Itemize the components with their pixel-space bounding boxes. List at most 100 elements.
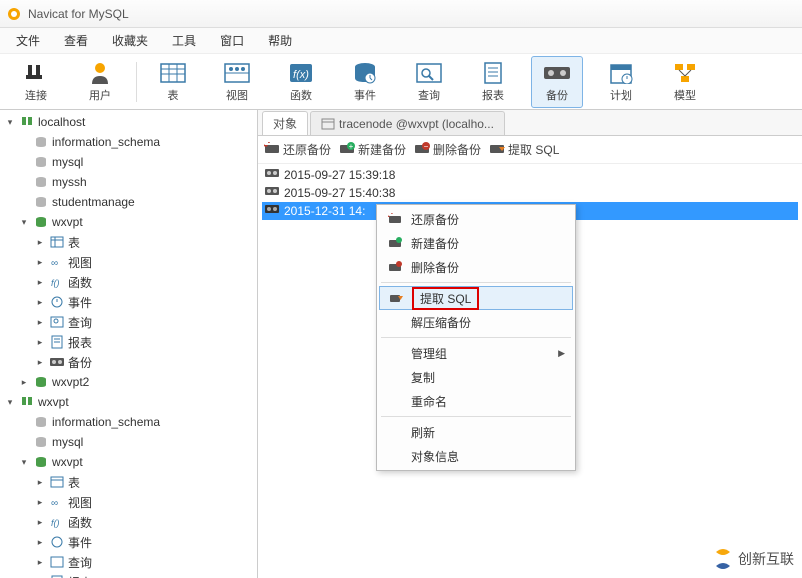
toolbar-view-label: 视图 [226,87,248,103]
tab-objects[interactable]: 对象 [262,111,308,135]
tree-node-report-2[interactable]: ▸报表 [0,572,257,578]
function-small-icon: f() [49,274,65,290]
tree-node-function[interactable]: ▸f()函数 [0,272,257,292]
cm-rename[interactable]: 重命名 [379,389,573,413]
expand-arrow-icon[interactable]: ▸ [34,557,46,568]
tree-node-query[interactable]: ▸查询 [0,312,257,332]
tree-node-view-2[interactable]: ▸∞视图 [0,492,257,512]
svg-text:f(x): f(x) [293,69,309,81]
window-title: Navicat for MySQL [28,7,129,21]
toolbar-table[interactable]: 表 [147,56,199,108]
cm-separator [381,416,571,417]
actionbar: 还原备份 +新建备份 −删除备份 提取 SQL [258,136,802,164]
database-icon [33,434,49,450]
toolbar-event[interactable]: 事件 [339,56,391,108]
toolbar-query[interactable]: 查询 [403,56,455,108]
tree-node-backup[interactable]: ▸备份 [0,352,257,372]
list-item[interactable]: 2015-09-27 15:40:38 [262,184,798,202]
toolbar-backup[interactable]: 备份 [531,56,583,108]
cm-object-info[interactable]: 对象信息 [379,444,573,468]
menu-help[interactable]: 帮助 [256,28,304,53]
tape-icon [264,186,280,200]
list-item[interactable]: 2015-09-27 15:39:18 [262,166,798,184]
database-open-icon [33,454,49,470]
expand-arrow-icon[interactable]: ▸ [34,257,46,268]
new-icon: + [339,142,355,158]
tab-tracenode[interactable]: tracenode @wxvpt (localho... [310,111,505,135]
toolbar-schedule[interactable]: 计划 [595,56,647,108]
tree-db-myssh[interactable]: myssh [0,172,257,192]
cm-separator [381,337,571,338]
action-restore[interactable]: 还原备份 [264,141,331,158]
backup-list[interactable]: 2015-09-27 15:39:18 2015-09-27 15:40:38 … [258,164,802,578]
tree-node-table[interactable]: ▸表 [0,232,257,252]
cm-extract-sql[interactable]: 提取 SQL [379,286,573,310]
tree-node-event[interactable]: ▸事件 [0,292,257,312]
expand-arrow-icon[interactable]: ▸ [34,477,46,488]
cm-decompress[interactable]: 解压缩备份 [379,310,573,334]
menu-file[interactable]: 文件 [4,28,52,53]
tree-db-wxvpt-2[interactable]: ▾wxvpt [0,452,257,472]
expand-arrow-icon[interactable]: ▸ [34,497,46,508]
action-delete[interactable]: −删除备份 [414,141,481,158]
toolbar-connection[interactable]: 连接 [10,56,62,108]
cm-delete[interactable]: 删除备份 [379,255,573,279]
tree-connection-localhost[interactable]: ▾ localhost [0,112,257,132]
toolbar-table-label: 表 [168,87,179,103]
expand-arrow-icon[interactable]: ▸ [34,337,46,348]
tree-node-event-2[interactable]: ▸事件 [0,532,257,552]
tree-node-function-2[interactable]: ▸f()函数 [0,512,257,532]
tree-db-mysql-2[interactable]: mysql [0,432,257,452]
toolbar-view[interactable]: 视图 [211,56,263,108]
toolbar-function-label: 函数 [290,87,312,103]
toolbar-function[interactable]: f(x) 函数 [275,56,327,108]
context-menu: 还原备份 新建备份 删除备份 提取 SQL 解压缩备份 管理组▶ 复制 重命名 … [376,204,576,471]
toolbar-user[interactable]: 用户 [74,56,126,108]
tree-db-information-schema[interactable]: information_schema [0,132,257,152]
model-icon [671,61,699,85]
expand-arrow-icon[interactable]: ▸ [34,237,46,248]
function-small-icon: f() [49,514,65,530]
menu-favorites[interactable]: 收藏夹 [100,28,160,53]
watermark-icon [712,548,734,570]
tree-node-query-2[interactable]: ▸查询 [0,552,257,572]
tree-node-report[interactable]: ▸报表 [0,332,257,352]
collapse-arrow-icon[interactable]: ▾ [4,397,16,408]
collapse-arrow-icon[interactable]: ▾ [18,217,30,228]
cm-copy[interactable]: 复制 [379,365,573,389]
toolbar-model[interactable]: 模型 [659,56,711,108]
collapse-arrow-icon[interactable]: ▾ [18,457,30,468]
cm-restore[interactable]: 还原备份 [379,207,573,231]
database-icon [33,154,49,170]
toolbar-query-label: 查询 [418,87,440,103]
tree-db-mysql[interactable]: mysql [0,152,257,172]
tree-db-wxvpt[interactable]: ▾wxvpt [0,212,257,232]
svg-text:f(): f() [51,518,60,528]
tree-connection-wxvpt[interactable]: ▾ wxvpt [0,392,257,412]
sidebar-tree[interactable]: ▾ localhost information_schema mysql mys… [0,110,258,578]
collapse-arrow-icon[interactable]: ▾ [4,117,16,128]
action-extract[interactable]: 提取 SQL [489,141,559,158]
menu-tools[interactable]: 工具 [160,28,208,53]
action-new[interactable]: +新建备份 [339,141,406,158]
expand-arrow-icon[interactable]: ▸ [34,277,46,288]
expand-arrow-icon[interactable]: ▸ [34,357,46,368]
tree-node-table-2[interactable]: ▸表 [0,472,257,492]
tree-node-view[interactable]: ▸∞视图 [0,252,257,272]
report-small-icon [49,574,65,578]
menu-window[interactable]: 窗口 [208,28,256,53]
menu-view[interactable]: 查看 [52,28,100,53]
expand-arrow-icon[interactable]: ▸ [34,517,46,528]
tree-db-wxvpt2[interactable]: ▸wxvpt2 [0,372,257,392]
cm-manage-group[interactable]: 管理组▶ [379,341,573,365]
tree-db-studentmanage[interactable]: studentmanage [0,192,257,212]
cm-new[interactable]: 新建备份 [379,231,573,255]
expand-arrow-icon[interactable]: ▸ [18,377,30,388]
backup-small-icon [49,354,65,370]
toolbar-report[interactable]: 报表 [467,56,519,108]
cm-refresh[interactable]: 刷新 [379,420,573,444]
expand-arrow-icon[interactable]: ▸ [34,297,46,308]
tree-db-information-schema-2[interactable]: information_schema [0,412,257,432]
expand-arrow-icon[interactable]: ▸ [34,537,46,548]
expand-arrow-icon[interactable]: ▸ [34,317,46,328]
